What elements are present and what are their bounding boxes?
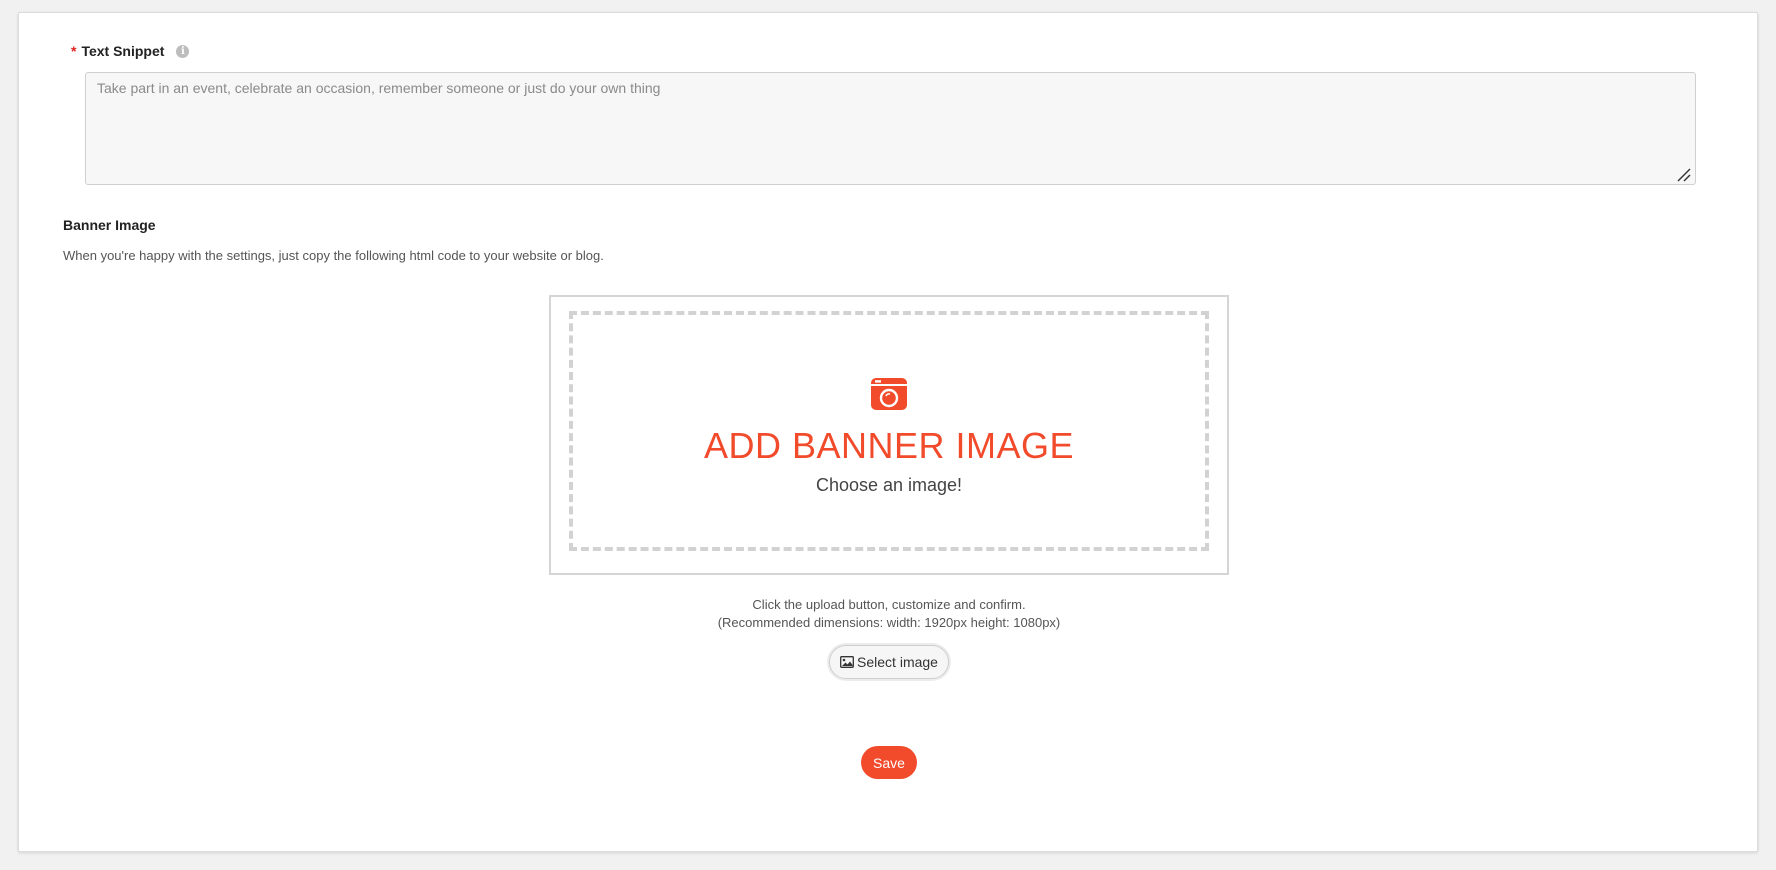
select-image-label: Select image — [857, 654, 938, 670]
choose-image-subheading: Choose an image! — [815, 474, 963, 495]
form-card: * Text Snippet i Banner Image When you'r… — [18, 12, 1758, 852]
text-snippet-input[interactable] — [85, 72, 1696, 185]
select-image-button[interactable]: Select image — [829, 645, 949, 679]
camera-icon — [871, 377, 907, 410]
info-icon[interactable]: i — [176, 44, 190, 58]
save-button[interactable]: Save — [861, 746, 917, 779]
required-marker: * — [71, 43, 77, 59]
upload-hint-line-2: (Recommended dimensions: width: 1920px h… — [717, 615, 1061, 630]
textarea-resize-handle-icon[interactable] — [1677, 168, 1691, 182]
add-banner-heading: ADD BANNER IMAGE — [703, 424, 1075, 466]
banner-dropzone[interactable]: ADD BANNER IMAGE Choose an image! — [569, 311, 1209, 551]
upload-hint-line-1: Click the upload button, customize and c… — [752, 597, 1026, 612]
image-icon — [840, 656, 854, 668]
banner-image-title: Banner Image — [63, 217, 156, 233]
banner-upload-area: ADD BANNER IMAGE Choose an image! — [549, 295, 1229, 575]
text-snippet-label: * Text Snippet i — [71, 43, 190, 59]
upload-hint: Click the upload button, customize and c… — [549, 596, 1229, 632]
text-snippet-label-text: Text Snippet — [81, 43, 165, 59]
banner-image-description: When you're happy with the settings, jus… — [63, 248, 604, 263]
